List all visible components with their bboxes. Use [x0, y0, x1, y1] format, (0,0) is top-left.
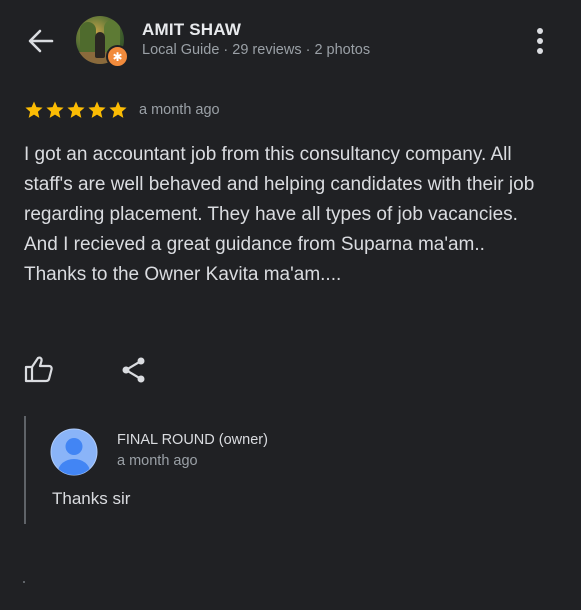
back-button[interactable]: [24, 24, 58, 58]
thumbs-up-icon: [24, 356, 53, 383]
star-icon: [25, 101, 43, 118]
owner-reply-date: a month ago: [117, 453, 198, 469]
star-rating: [24, 100, 128, 120]
share-icon: [122, 357, 145, 383]
arrow-left-icon: [28, 29, 54, 53]
review-text: I got an accountant job from this consul…: [24, 144, 535, 285]
local-guide-badge-icon: ✱: [106, 45, 129, 68]
star-icon: [88, 101, 106, 118]
person-avatar-icon: [50, 428, 98, 476]
owner-name: FINAL ROUND (owner): [117, 432, 268, 448]
owner-reply-text: Thanks sir: [52, 489, 131, 508]
owner-reply: FINAL ROUND (owner) a month ago Thanks s…: [24, 416, 546, 524]
rating-row: a month ago: [24, 98, 220, 122]
star-icon: [46, 101, 64, 118]
star-icon: [67, 101, 85, 118]
review-date: a month ago: [139, 102, 220, 118]
more-options-button[interactable]: [528, 26, 552, 56]
reviewer-name[interactable]: AMIT SHAW: [142, 20, 241, 40]
like-button[interactable]: [24, 355, 54, 383]
share-button[interactable]: [119, 355, 149, 385]
vertical-dots-icon: [537, 28, 543, 54]
reviewer-avatar[interactable]: ✱: [76, 16, 129, 68]
reviewer-meta: Local Guide · 29 reviews · 2 photos: [142, 42, 371, 58]
star-icon: [109, 101, 127, 118]
divider-dot: [23, 581, 25, 583]
review-header: ✱ AMIT SHAW Local Guide · 29 reviews · 2…: [0, 0, 581, 80]
owner-avatar[interactable]: [50, 428, 98, 476]
